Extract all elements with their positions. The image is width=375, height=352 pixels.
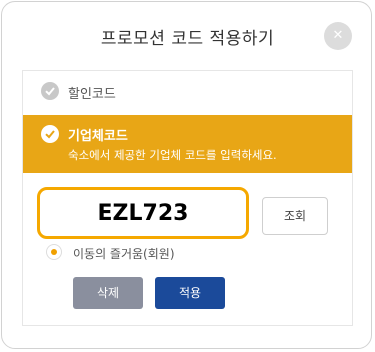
corporate-code-option[interactable]: 기업체코드 숙소에서 제공한 기업체 코드를 입력하세요.: [23, 115, 352, 173]
apply-button[interactable]: 적용: [155, 277, 225, 309]
membership-radio-label: 이동의 즐거움(회원): [73, 247, 175, 261]
check-circle-icon: [41, 125, 59, 143]
membership-radio[interactable]: [46, 244, 62, 260]
check-circle-icon: [41, 82, 59, 100]
delete-button[interactable]: 삭제: [73, 277, 143, 309]
close-icon: ✕: [332, 28, 344, 43]
lookup-button[interactable]: 조회: [262, 197, 328, 235]
discount-code-option[interactable]: 할인코드: [23, 71, 352, 111]
promo-code-input[interactable]: [37, 187, 249, 239]
corporate-code-description: 숙소에서 제공한 기업체 코드를 입력하세요.: [68, 148, 277, 162]
modal-title: 프로모션 코드 적용하기: [100, 29, 275, 49]
discount-code-label: 할인코드: [68, 87, 116, 102]
close-button[interactable]: ✕: [324, 22, 352, 50]
corporate-code-label: 기업체코드: [68, 129, 128, 144]
